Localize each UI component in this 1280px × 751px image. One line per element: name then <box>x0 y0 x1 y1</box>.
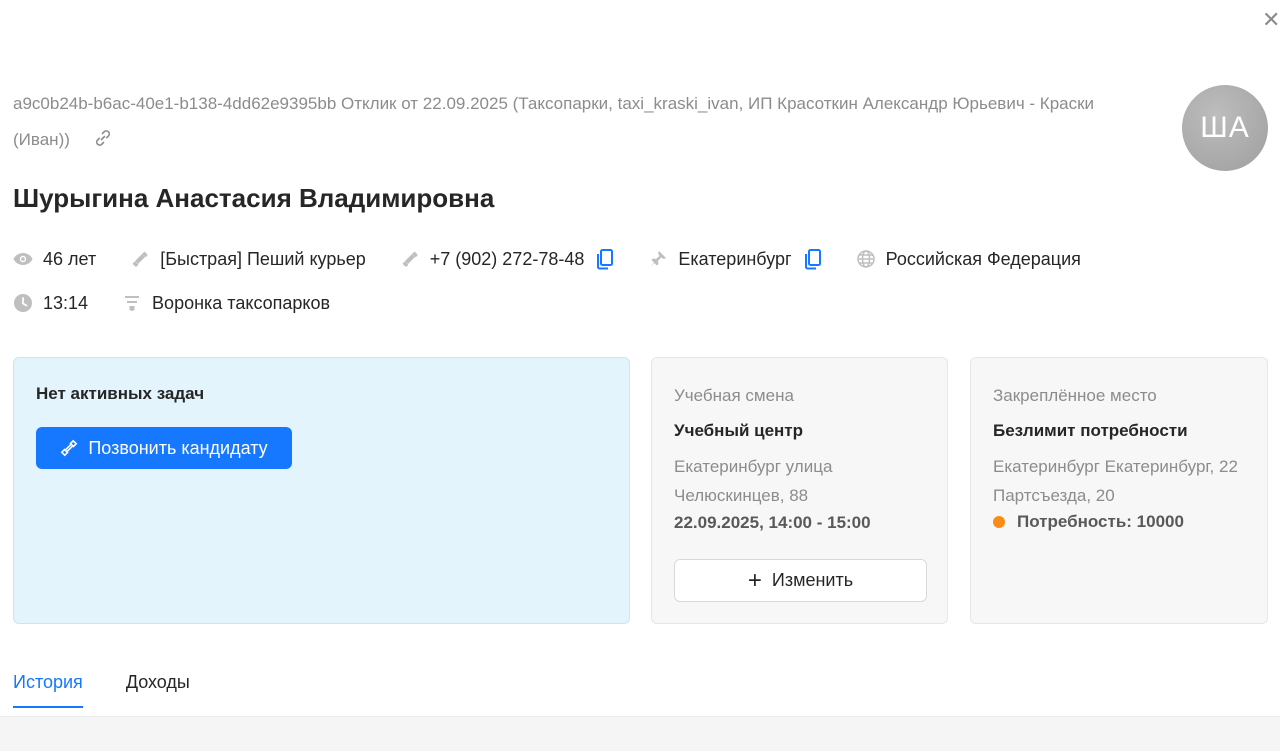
shift-time: 22.09.2025, 14:00 - 15:00 <box>674 513 871 532</box>
edit-shift-label: Изменить <box>771 570 854 590</box>
city-item: Екатеринбург <box>648 248 821 270</box>
copy-icon[interactable] <box>804 248 822 270</box>
vacancy-text: [Быстрая] Пеший курьер <box>160 248 366 269</box>
link-icon[interactable] <box>93 125 113 146</box>
info-row-main: 46 лет [Быстрая] Пеший курьер +7 (902) 2… <box>13 246 1115 272</box>
response-meta-text: a9c0b24b-b6ac-40e1-b138-4dd62e9395bb Отк… <box>13 94 1095 149</box>
status-dot <box>993 516 1005 528</box>
place-address: Екатеринбург Екатеринбург, 22 Партсъезда… <box>993 457 1238 505</box>
shift-label: Учебная смена <box>674 386 794 405</box>
tab-history[interactable]: История <box>13 672 83 708</box>
shift-address: Екатеринбург улица Челюскинцев, 88 <box>674 457 833 505</box>
funnel-item: Воронка таксопарков <box>122 293 330 314</box>
call-candidate-label: Позвонить кандидату <box>88 437 268 458</box>
country-text: Российская Федерация <box>885 248 1081 269</box>
globe-icon <box>856 249 876 269</box>
tasks-card: Нет активных задач Позвонить кандидату <box>13 357 630 624</box>
eye-icon <box>13 249 33 269</box>
city-text: Екатеринбург <box>678 248 792 269</box>
country-item: Российская Федерация <box>856 249 1081 270</box>
clock-icon <box>13 293 33 313</box>
time-item: 13:14 <box>13 293 88 314</box>
age-text: 46 лет <box>43 248 97 269</box>
phone-icon <box>400 249 420 269</box>
edit-shift-button[interactable]: + Изменить <box>674 559 927 602</box>
place-label: Закреплённое место <box>993 386 1157 405</box>
need-indicator: Потребность: 10000 <box>993 512 1184 532</box>
close-icon[interactable]: ✕ <box>1262 8 1280 32</box>
age-item: 46 лет <box>13 249 96 270</box>
phone-item: +7 (902) 272-78-48 <box>400 248 615 270</box>
response-meta: a9c0b24b-b6ac-40e1-b138-4dd62e9395bb Отк… <box>13 86 1153 158</box>
tabs-bar: История Доходы <box>13 672 233 708</box>
avatar: ША <box>1182 85 1268 171</box>
phone-icon <box>130 249 150 269</box>
shift-title: Учебный центр <box>674 421 804 440</box>
copy-icon[interactable] <box>596 248 614 270</box>
pin-icon <box>648 249 668 269</box>
tabs-divider <box>0 716 1280 751</box>
time-text: 13:14 <box>43 292 89 313</box>
tab-income[interactable]: Доходы <box>126 672 190 708</box>
training-shift-card: Учебная смена Учебный центр Екатеринбург… <box>651 357 948 624</box>
plus-icon: + <box>747 566 762 594</box>
phone-icon <box>60 439 78 457</box>
vacancy-item: [Быстрая] Пеший курьер <box>130 249 366 270</box>
info-row-secondary: 13:14 Воронка таксопарков <box>13 290 364 316</box>
funnel-text: Воронка таксопарков <box>152 292 331 313</box>
place-title: Безлимит потребности <box>993 421 1188 440</box>
call-candidate-button[interactable]: Позвонить кандидату <box>36 427 292 469</box>
tasks-title: Нет активных задач <box>36 384 205 403</box>
assigned-place-card: Закреплённое место Безлимит потребности … <box>970 357 1268 624</box>
candidate-name: Шурыгина Анастасия Владимировна <box>13 183 495 213</box>
phone-text: +7 (902) 272-78-48 <box>429 248 585 269</box>
filter-icon <box>122 293 142 313</box>
need-text: Потребность: 10000 <box>1017 512 1184 531</box>
